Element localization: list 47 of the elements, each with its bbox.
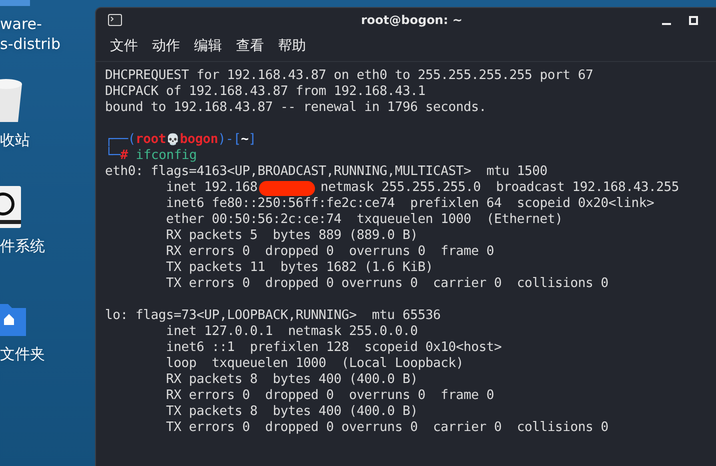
window-title: root@bogon: ~ [361, 12, 462, 29]
command-text: ifconfig [136, 148, 197, 164]
menu-item[interactable]: 动作 [152, 36, 180, 57]
trash-icon[interactable] [0, 78, 22, 122]
icon-label: s-distrib [0, 34, 60, 54]
icon-label: ware- [0, 14, 43, 34]
skull-symbol: 💀 [166, 132, 180, 148]
menu-item[interactable]: 文件 [110, 36, 138, 57]
terminal-line: lo: flags=73<UP,LOOPBACK,RUNNING> mtu 65536 [105, 308, 441, 324]
menu-item[interactable]: 查看 [236, 36, 264, 57]
terminal-line: inet 192.168 [165, 180, 258, 196]
terminal-line: inet6 ::1 prefixlen 128 scopeid 0x10<host> [165, 340, 502, 356]
terminal-line: loop txqueuelen 1000 (Local Loopback) [165, 356, 464, 372]
icon-label: 件系统 [0, 236, 45, 256]
terminal-line: bound to 192.168.43.87 -- renewal in 1796 seconds. [105, 100, 486, 116]
prompt-frame: )-[ [218, 132, 241, 148]
drive-icon[interactable] [0, 186, 22, 228]
redaction-mark [258, 180, 315, 196]
menu-item[interactable]: 编辑 [194, 36, 222, 57]
terminal-line: DHCPACK of 192.168.43.87 from 192.168.43.1 [105, 84, 426, 100]
terminal-line: inet6 fe80::250:56ff:fe2c:ce74 prefixlen 64 scopeid 0x20<link> [165, 196, 654, 212]
terminal-line: TX errors 0 dropped 0 overruns 0 carrier 0 collisions 0 [165, 276, 608, 292]
terminal-line: TX packets 8 bytes 400 (400.0 B) [165, 404, 418, 420]
home-folder-icon[interactable] [0, 304, 26, 336]
prompt-hash: # [120, 148, 128, 164]
terminal-line: TX errors 0 dropped 0 overruns 0 carrier 0 collisions 0 [165, 420, 608, 436]
terminal-line: DHCPREQUEST for 192.168.43.87 on eth0 to 255.255.255.255 port 67 [105, 68, 594, 84]
terminal-line: ether 00:50:56:2c:ce:74 txqueuelen 1000 (Ethernet) [165, 212, 563, 228]
maximize-icon[interactable] [689, 16, 698, 25]
prompt-host: bogon [180, 132, 218, 148]
menu-item[interactable]: 帮助 [278, 36, 306, 57]
prompt-frame: └─ [105, 148, 120, 164]
terminal-line: TX packets 11 bytes 1682 (1.6 KiB) [165, 260, 433, 276]
terminal-line: RX errors 0 dropped 0 overruns 0 frame 0 [165, 388, 494, 404]
terminal-line: netmask 255.255.255.0 broadcast 192.168.43.255 [320, 180, 680, 196]
terminal-line: eth0: flags=4163<UP,BROADCAST,RUNNING,MULTICAST> mtu 1500 [105, 164, 548, 180]
terminal-line: RX packets 5 bytes 889 (889.0 B) [165, 228, 418, 244]
prompt-frame: ] [248, 132, 256, 148]
icon-label: 文件夹 [0, 344, 45, 364]
terminal-line: RX errors 0 dropped 0 overruns 0 frame 0 [165, 244, 494, 260]
terminal-line: RX packets 8 bytes 400 (400.0 B) [165, 372, 418, 388]
terminal-icon[interactable] [108, 14, 122, 26]
prompt-frame: ┌──( [105, 132, 136, 148]
icon-label: 收站 [0, 130, 30, 150]
prompt-user: root [136, 132, 166, 148]
prompt-dir: ~ [240, 132, 249, 148]
terminal-line: inet 127.0.0.1 netmask 255.0.0.0 [165, 324, 418, 340]
